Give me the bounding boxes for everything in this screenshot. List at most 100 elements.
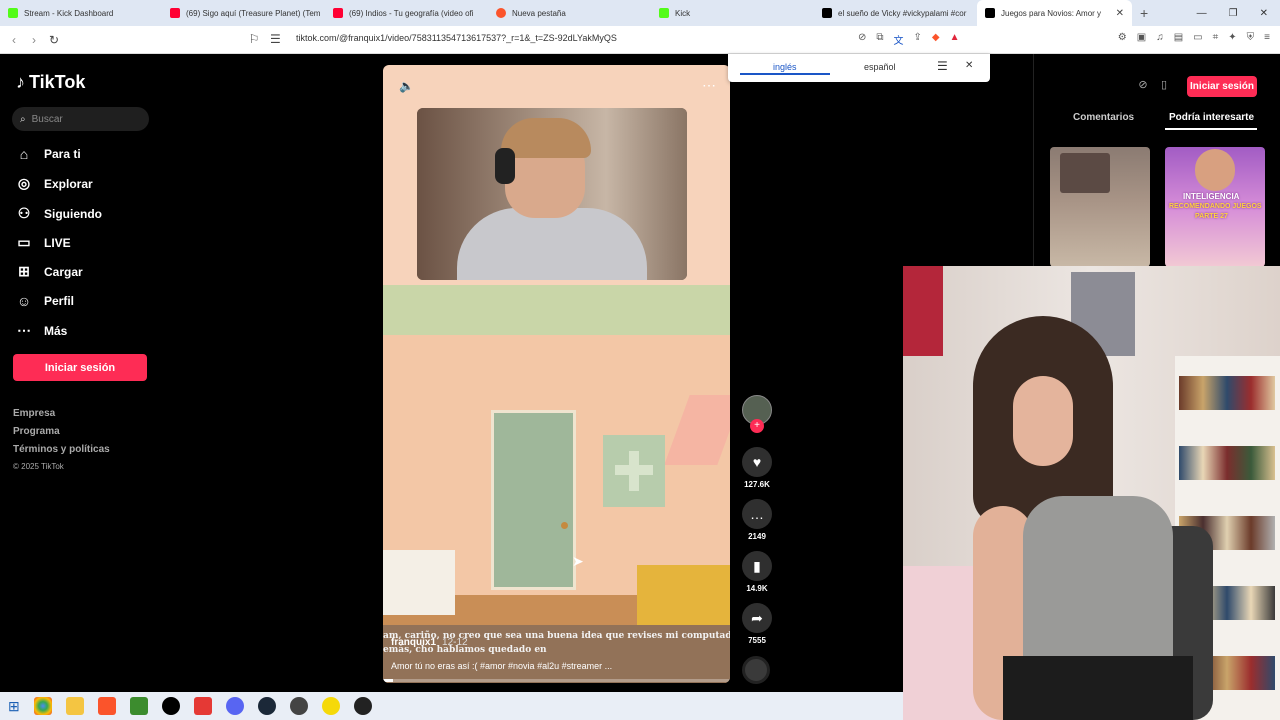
more-options-icon[interactable]: ⋯ (702, 77, 716, 94)
video-author[interactable]: franquix1 12-12 (391, 637, 468, 648)
app-icon[interactable] (193, 697, 212, 715)
author-name: franquix1 (391, 637, 437, 648)
bookmark-icon[interactable]: ⚐ (244, 32, 264, 46)
app-icon[interactable] (353, 697, 372, 715)
footer-link-empresa[interactable]: Empresa (13, 408, 55, 419)
leo-icon[interactable]: ✦ (1228, 32, 1236, 43)
minecraft-icon[interactable] (129, 697, 148, 715)
footer-link-terminos[interactable]: Términos y políticas (13, 444, 110, 455)
sidebar-item-label: Más (44, 323, 68, 338)
translate-menu-icon[interactable]: ☰ (937, 59, 948, 73)
open-external-icon[interactable]: ⧉ (876, 32, 883, 47)
steam-icon[interactable] (257, 697, 276, 715)
suggested-video-thumbnail[interactable] (1050, 147, 1150, 267)
tiktok-icon[interactable] (161, 697, 180, 715)
browser-tab[interactable]: Nueva pestaña (488, 0, 651, 26)
minimize-icon[interactable]: — (1197, 8, 1207, 19)
save-count: 14.9K (746, 584, 768, 593)
no-ads-icon[interactable]: ⊘ (858, 32, 866, 47)
browser-tab[interactable]: Stream - Kick Dashboard (0, 0, 162, 26)
like-button[interactable]: ♥ 127.6K (740, 447, 774, 489)
send-icon[interactable]: ⊘ (1136, 78, 1150, 92)
brave-icon[interactable] (97, 697, 116, 715)
save-button[interactable]: ▮ 14.9K (740, 551, 774, 593)
progress-bar[interactable] (383, 679, 730, 682)
extensions-icon[interactable]: ⚙ (1118, 32, 1127, 43)
translate-option-ingles[interactable]: inglés (773, 62, 797, 72)
cam-hair (501, 118, 591, 158)
browser-tab[interactable]: (69) Sigo aquí (Treasure Planet) (Tem (162, 0, 325, 26)
tab-comentarios[interactable]: Comentarios (1073, 112, 1134, 123)
video-description[interactable]: Amor tú no eras así :( #amor #novia #al2… (391, 661, 612, 671)
translate-close-icon[interactable]: ✕ (965, 60, 973, 71)
vpn-icon[interactable]: ⛨ (1247, 32, 1255, 43)
like-count: 127.6K (744, 480, 770, 489)
file-explorer-icon[interactable] (65, 697, 84, 715)
brave-shield-icon[interactable]: ◆ (932, 32, 940, 47)
footer-link-programa[interactable]: Programa (13, 426, 60, 437)
close-window-icon[interactable]: ✕ (1260, 8, 1268, 19)
browser-tab[interactable]: el sueño de Vicky #vickypalami #cor (814, 0, 977, 26)
tab-podria-interesarte[interactable]: Podría interesarte (1169, 112, 1254, 123)
translate-icon[interactable]: 文 (894, 32, 904, 47)
video-player[interactable]: 🔈 ⋯ am, cariño, no creo que sea una buen… (383, 65, 730, 683)
browser-tab-active[interactable]: Juegos para Novios: Amor y ✕ (977, 0, 1132, 26)
tiktok-icon (985, 8, 995, 18)
obs-icon[interactable] (289, 697, 308, 715)
suggested-video-thumbnail[interactable]: INTELIGENCIA RECOMENDANDO JUEGOS PARTE 2… (1165, 147, 1265, 267)
game-door (491, 410, 576, 590)
url-field[interactable]: tiktok.com/@franquix1/video/758311354713… (296, 33, 617, 43)
sidebar-icon[interactable]: ▤ (1174, 32, 1183, 43)
notes-icon[interactable] (321, 697, 340, 715)
brave-rewards-icon[interactable]: ▲ (950, 32, 960, 47)
login-button[interactable]: Iniciar sesión (13, 354, 147, 381)
sidebar-item-perfil[interactable]: ☺ Perfil (16, 293, 74, 309)
screenshot-icon[interactable]: ⌗ (1213, 32, 1219, 43)
discord-icon[interactable] (225, 697, 244, 715)
follow-plus-icon[interactable]: + (750, 419, 764, 433)
translate-option-espanol[interactable]: español (864, 62, 896, 72)
sidebar-item-cargar[interactable]: ⊞ Cargar (16, 263, 83, 280)
maximize-icon[interactable]: ❐ (1229, 8, 1238, 19)
sidebar-item-live[interactable]: ▭ LIVE (16, 234, 70, 251)
sidebar-item-explorar[interactable]: ◎ Explorar (16, 175, 93, 192)
share-arrow-icon: ➦ (742, 603, 772, 633)
sidebar-item-label: Cargar (44, 264, 83, 279)
tab-title: el sueño de Vicky #vickypalami #cor (838, 8, 967, 18)
tiktok-logo[interactable]: ♪ TikTok (16, 72, 85, 93)
device-icon[interactable]: ▯ (1157, 78, 1171, 92)
live-icon: ▭ (17, 234, 31, 250)
reload-icon[interactable]: ↻ (44, 33, 64, 47)
close-tab-icon[interactable]: ✕ (1116, 8, 1124, 19)
share-count: 7555 (748, 636, 766, 645)
sidebar-item-mas[interactable]: ⋯ Más (16, 322, 67, 339)
chrome-icon[interactable] (33, 697, 52, 715)
login-button-top[interactable]: Iniciar sesión (1187, 76, 1257, 97)
share-icon[interactable]: ⇪ (914, 32, 922, 47)
media-icon[interactable]: ♫ (1156, 32, 1164, 43)
books (1179, 376, 1275, 410)
browser-tab[interactable]: Kick (651, 0, 814, 26)
menu-icon[interactable]: ≡ (1264, 32, 1270, 43)
headset-icon (495, 148, 515, 184)
browser-tab[interactable]: (69) Indios - Tu geografía (video ofi (325, 0, 488, 26)
volume-icon[interactable]: 🔈 (399, 79, 414, 93)
windows-start-icon[interactable]: ⊞ (8, 698, 20, 715)
profile-icon: ☺ (16, 293, 32, 309)
wallet-icon[interactable]: ▭ (1193, 32, 1202, 43)
comment-button[interactable]: … 2149 (740, 499, 774, 541)
following-icon: ⚇ (17, 205, 31, 221)
sidebar-item-siguiendo[interactable]: ⚇ Siguiendo (16, 205, 102, 222)
tab-search-icon[interactable]: ▣ (1137, 32, 1146, 43)
back-icon[interactable]: ‹ (4, 33, 24, 47)
new-tab-icon[interactable]: + (1132, 5, 1156, 21)
music-disc-icon[interactable] (742, 656, 770, 684)
search-input[interactable]: ⌕ Buscar (12, 107, 149, 131)
sidebar-item-para-ti[interactable]: ⌂ Para ti (16, 146, 81, 162)
share-button[interactable]: ➦ 7555 (740, 603, 774, 645)
tab-title: Nueva pestaña (512, 8, 566, 18)
thumb-cam (1060, 153, 1110, 193)
site-info-icon[interactable]: ☰ (270, 32, 281, 46)
books (1179, 446, 1275, 480)
forward-icon[interactable]: › (24, 33, 44, 47)
